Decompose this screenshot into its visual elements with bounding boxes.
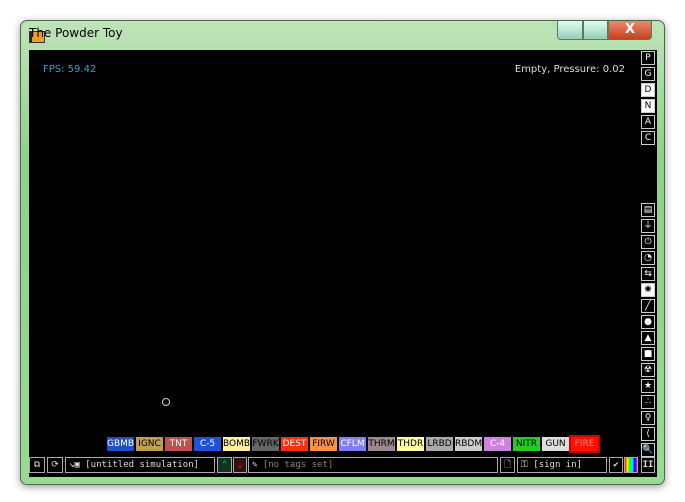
element-cflm-button[interactable]: CFLM xyxy=(339,437,366,451)
element-fwrk-button[interactable]: FWRK xyxy=(252,437,279,451)
element-gun-button[interactable]: GUN xyxy=(542,437,569,451)
category-tools-button[interactable]: ♀ xyxy=(641,411,655,425)
brush-cursor xyxy=(162,398,170,406)
life-icon: ∴ xyxy=(645,397,651,407)
open-save-button[interactable]: ⧉ xyxy=(29,457,45,473)
walls-icon: ▤ xyxy=(643,205,653,215)
render-mode-a-button[interactable]: A xyxy=(641,115,655,129)
special-icon: ★ xyxy=(643,381,653,391)
category-favorites-button[interactable]: ⟨ xyxy=(641,427,655,441)
element-thdr-button[interactable]: THDR xyxy=(397,437,424,451)
category-explosives-button[interactable]: ✺ xyxy=(641,283,655,297)
window-title: The Powder Toy xyxy=(29,26,123,40)
element-tnt-button[interactable]: TNT xyxy=(165,437,192,451)
pause-button[interactable]: II xyxy=(641,457,655,473)
tags-text: [no tags set] xyxy=(262,460,334,470)
element-gbmb-button[interactable]: GBMB xyxy=(107,437,134,451)
category-sensors-button[interactable]: ◔ xyxy=(641,251,655,265)
element-c-4-button[interactable]: C-4 xyxy=(484,437,511,451)
element-lrbd-button[interactable]: LRBD xyxy=(426,437,453,451)
search-icon: 🔍 xyxy=(642,445,654,455)
render-mode-g-button[interactable]: G xyxy=(641,67,655,81)
render-mode-d-button[interactable]: D xyxy=(641,83,655,97)
element-c-5-button[interactable]: C-5 xyxy=(194,437,221,451)
solids-icon: ■ xyxy=(643,349,653,359)
powered-icon: ⏻ xyxy=(644,237,652,247)
category-life-button[interactable]: ∴ xyxy=(641,395,655,409)
new-simulation-button[interactable]: 🗋 xyxy=(500,457,515,473)
category-walls-button[interactable]: ▤ xyxy=(641,203,655,217)
category-powders-button[interactable]: ▲ xyxy=(641,331,655,345)
maximize-button[interactable] xyxy=(583,21,608,40)
settings-button[interactable]: ✔ xyxy=(609,457,623,473)
sign-in-label: [sign in] xyxy=(533,460,583,470)
vote-up-button[interactable]: ⌃ xyxy=(217,457,232,473)
explosives-icon: ✺ xyxy=(644,285,652,295)
reload-button[interactable]: ⟳ xyxy=(47,457,63,473)
close-button[interactable]: X xyxy=(608,21,652,40)
category-search-button[interactable]: 🔍 xyxy=(641,443,655,457)
render-mode-c-button[interactable]: C xyxy=(641,131,655,145)
electronics-icon: ⏚ xyxy=(643,221,653,231)
radioactive-icon: ☢ xyxy=(643,365,653,375)
powders-icon: ▲ xyxy=(644,333,652,343)
element-dest-button[interactable]: DEST xyxy=(281,437,308,451)
element-rbdm-button[interactable]: RBDM xyxy=(455,437,482,451)
category-solids-button[interactable]: ■ xyxy=(641,347,655,361)
category-powered-button[interactable]: ⏻ xyxy=(641,235,655,249)
element-nitr-button[interactable]: NITR xyxy=(513,437,540,451)
category-gases-button[interactable]: ╱ xyxy=(641,299,655,313)
force-icon: ⇆ xyxy=(644,269,652,279)
element-fire-button[interactable]: FIRE xyxy=(569,435,600,453)
element-firw-button[interactable]: FIRW xyxy=(310,437,337,451)
element-bomb-button[interactable]: BOMB xyxy=(223,437,250,451)
simulation-canvas[interactable]: FPS: 59.42 Empty, Pressure: 0.02 ⧉ ⟳ ↘▣ … xyxy=(29,50,657,477)
favorites-icon: ⟨ xyxy=(646,429,650,439)
save-name: [untitled simulation] xyxy=(85,460,200,470)
vote-down-button[interactable]: ⌄ xyxy=(233,457,247,473)
element-ignc-button[interactable]: IGNC xyxy=(136,437,163,451)
pressure-readout: Empty, Pressure: 0.02 xyxy=(514,64,625,75)
render-mode-p-button[interactable]: P xyxy=(641,51,655,65)
liquids-icon: ● xyxy=(644,317,652,327)
category-special-button[interactable]: ★ xyxy=(641,379,655,393)
render-mode-n-button[interactable]: N xyxy=(641,99,655,113)
sign-in-button[interactable]: ⚿ [sign in] xyxy=(517,457,607,473)
category-electronics-button[interactable]: ⏚ xyxy=(641,219,655,233)
category-liquids-button[interactable]: ● xyxy=(641,315,655,329)
tags-button[interactable]: ✎ [no tags set] xyxy=(248,457,498,473)
minimize-button[interactable] xyxy=(557,21,583,40)
gases-icon: ╱ xyxy=(645,301,651,311)
tools-icon: ♀ xyxy=(644,413,652,423)
render-options-button[interactable] xyxy=(624,457,638,473)
category-radioactive-button[interactable]: ☢ xyxy=(641,363,655,377)
category-force-button[interactable]: ⇆ xyxy=(641,267,655,281)
sensors-icon: ◔ xyxy=(644,253,652,263)
element-thrm-button[interactable]: THRM xyxy=(368,437,395,451)
fps-readout: FPS: 59.42 xyxy=(43,64,97,75)
save-button[interactable]: ↘▣ [untitled simulation] xyxy=(65,457,215,473)
